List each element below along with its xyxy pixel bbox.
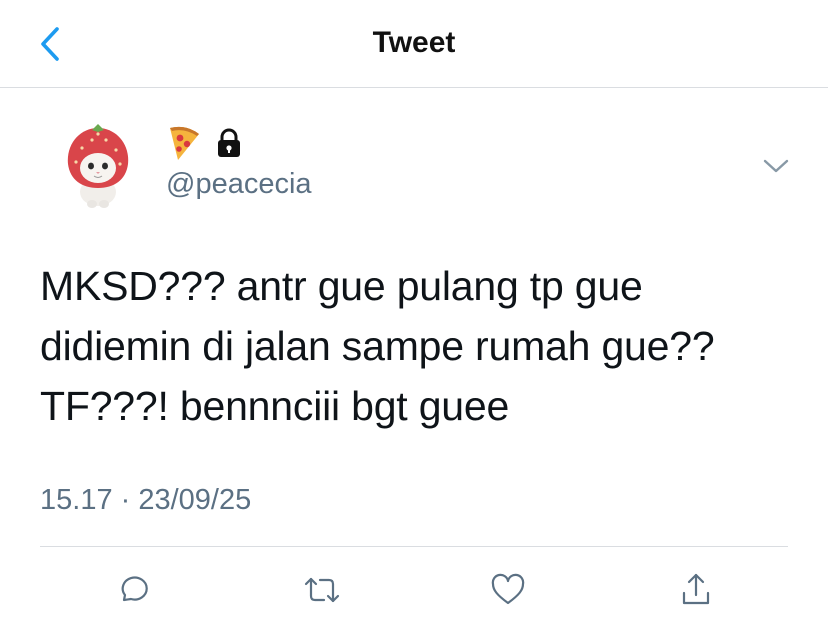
share-icon [682, 573, 710, 605]
reply-button[interactable] [110, 568, 154, 612]
tweet-text-line: MKSD??? antr gue pulang tp gue [40, 263, 643, 309]
tweet-text: MKSD??? antr gue pulang tp gue didiemin … [40, 256, 800, 436]
lock-icon [214, 127, 244, 164]
like-icon [491, 573, 525, 605]
reply-icon [121, 576, 148, 602]
share-button[interactable] [674, 568, 718, 612]
tweet-text-line: TF???! bennnciii bgt guee [40, 383, 510, 429]
divider [40, 546, 788, 547]
tweet-timestamp[interactable]: 15.17 · 23/09/25 [40, 484, 251, 517]
author-name-row[interactable] [166, 126, 244, 164]
like-button[interactable] [486, 568, 530, 612]
retweet-icon [304, 577, 340, 603]
chevron-down-icon [763, 159, 789, 173]
page-title: Tweet [372, 26, 456, 59]
more-options-button[interactable] [758, 148, 794, 184]
retweet-button[interactable] [300, 568, 344, 612]
top-nav-bar: Tweet [0, 0, 828, 88]
pizza-icon [166, 124, 202, 167]
tweet-text-line: didiemin di jalan sampe rumah gue?? [40, 323, 715, 369]
avatar[interactable] [58, 122, 138, 210]
author-handle[interactable]: @peacecia [166, 168, 312, 201]
